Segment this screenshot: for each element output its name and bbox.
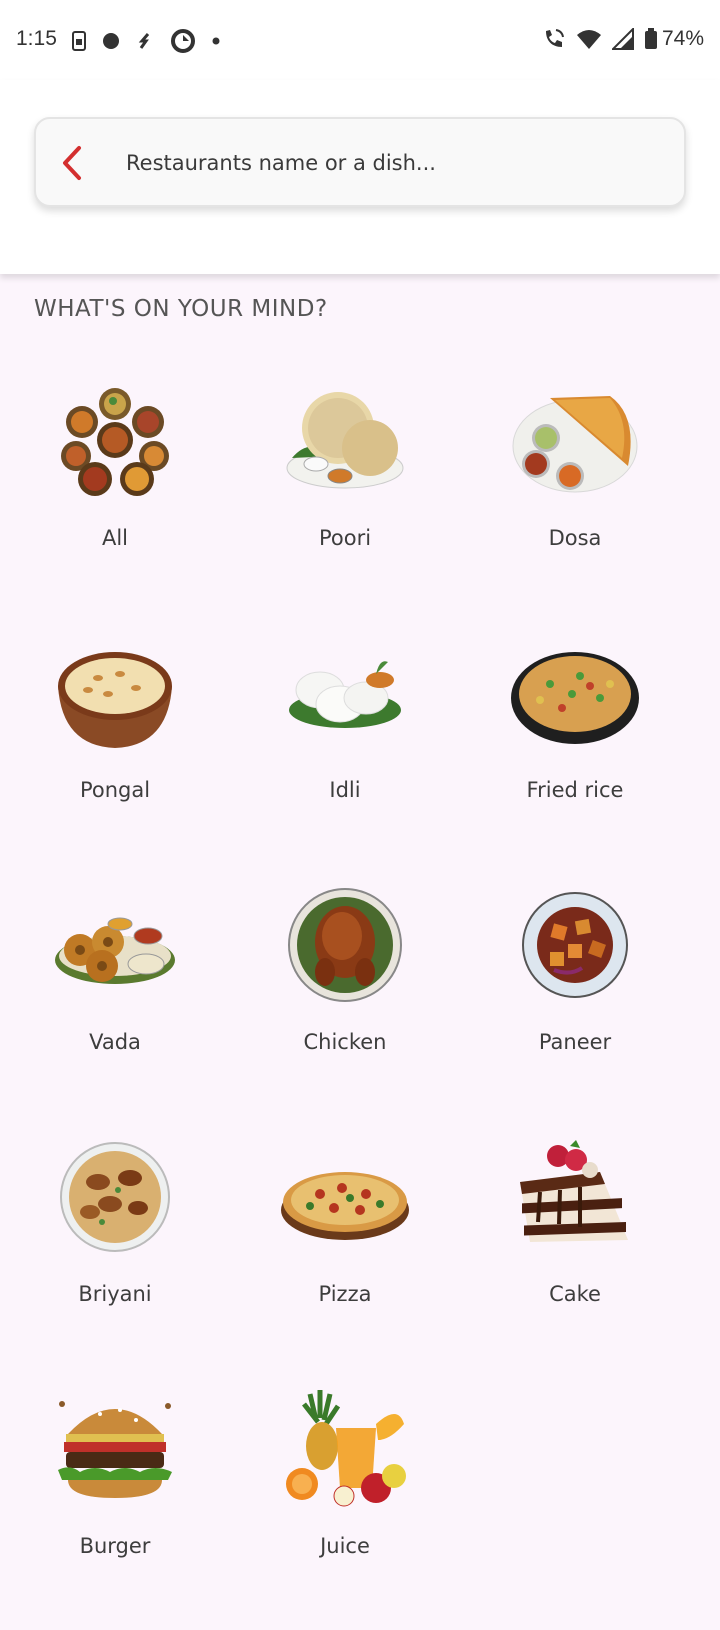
category-label: Dosa — [548, 526, 602, 550]
cake-icon — [520, 1140, 628, 1242]
dosa-icon — [512, 396, 638, 493]
category-label: Poori — [318, 526, 372, 550]
category-label: Burger — [79, 1534, 151, 1558]
poori-icon — [286, 392, 404, 489]
paneer-icon — [522, 892, 628, 998]
category-label: Pizza — [318, 1282, 372, 1306]
thali-assortment-icon — [61, 388, 169, 496]
sim-icon — [72, 31, 86, 51]
battery-percent: 74% — [661, 27, 704, 50]
category-vada[interactable]: Vada — [0, 874, 230, 1126]
category-cake[interactable]: Cake — [460, 1126, 690, 1378]
juice-icon — [286, 1390, 406, 1507]
category-label: Chicken — [303, 1030, 387, 1054]
search-input[interactable] — [126, 139, 646, 187]
category-briyani[interactable]: Briyani — [0, 1126, 230, 1378]
section-title: WHAT'S ON YOUR MIND? — [34, 296, 328, 322]
fried-rice-icon — [511, 652, 639, 744]
category-all[interactable]: All — [0, 370, 230, 622]
category-label: All — [101, 526, 129, 550]
idli-icon — [289, 661, 401, 728]
category-label: Briyani — [78, 1282, 152, 1306]
category-grid: All Poori Dosa Pongal Idli Fried rice Va… — [0, 370, 720, 1630]
category-label: Vada — [89, 1030, 141, 1054]
chevron-left-icon — [63, 146, 81, 180]
sync-icon — [171, 29, 195, 53]
dot-icon — [103, 33, 119, 49]
category-label: Juice — [320, 1534, 370, 1558]
status-time: 1:15 — [16, 27, 57, 50]
category-juice[interactable]: Juice — [230, 1378, 460, 1630]
chicken-icon — [288, 888, 402, 1002]
status-system-icons: 74% — [542, 27, 704, 51]
category-label: Cake — [549, 1282, 601, 1306]
category-pizza[interactable]: Pizza — [230, 1126, 460, 1378]
category-poori[interactable]: Poori — [230, 370, 460, 622]
category-chicken[interactable]: Chicken — [230, 874, 460, 1126]
search-header — [0, 80, 720, 274]
burger-icon — [58, 1401, 172, 1498]
category-fried-rice[interactable]: Fried rice — [460, 622, 690, 874]
category-label: Idli — [329, 778, 361, 802]
vada-icon — [55, 917, 175, 984]
back-button[interactable] — [50, 141, 94, 185]
signal-f-icon — [138, 33, 150, 49]
cell-signal-icon — [611, 28, 634, 50]
briyani-icon — [60, 1142, 170, 1252]
category-dosa[interactable]: Dosa — [460, 370, 690, 622]
status-notification-icons — [72, 28, 220, 54]
category-idli[interactable]: Idli — [230, 622, 460, 874]
wifi-call-icon — [545, 29, 564, 47]
category-burger[interactable]: Burger — [0, 1378, 230, 1630]
category-label: Fried rice — [526, 778, 624, 802]
wifi-icon — [576, 30, 601, 49]
category-label: Pongal — [79, 778, 151, 802]
pongal-icon — [58, 652, 172, 748]
battery-icon — [644, 28, 657, 49]
search-bar[interactable] — [34, 117, 686, 207]
small-dot-icon — [212, 37, 220, 45]
category-pongal[interactable]: Pongal — [0, 622, 230, 874]
category-label: Paneer — [538, 1030, 612, 1054]
pizza-icon — [281, 1172, 409, 1240]
category-paneer[interactable]: Paneer — [460, 874, 690, 1126]
status-bar: 1:15 74% — [0, 0, 720, 80]
